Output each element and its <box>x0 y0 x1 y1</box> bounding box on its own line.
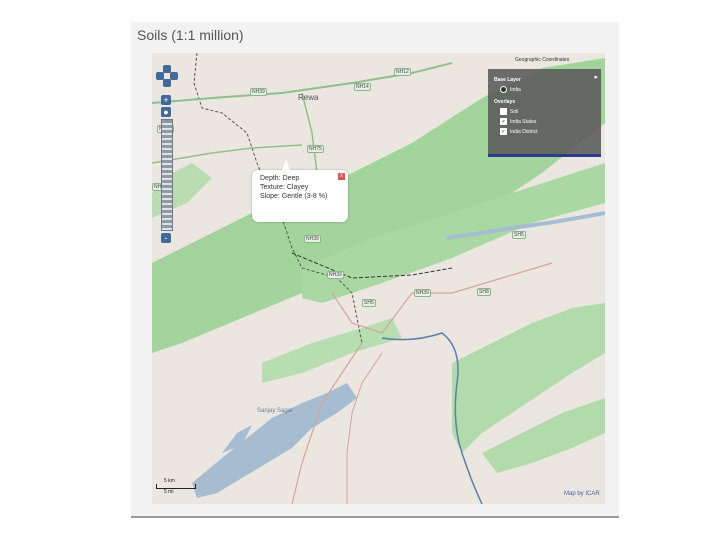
pan-arrows-icon[interactable] <box>156 65 178 87</box>
globe-icon[interactable]: ● <box>161 107 171 117</box>
attribution-link[interactable]: Map by ICAR <box>564 491 600 497</box>
road-shield: SH5 <box>362 299 376 307</box>
overlay-soil[interactable]: Soil <box>500 108 601 115</box>
road-shield: SH5 <box>512 231 526 239</box>
overlay-label: Soil <box>510 108 519 115</box>
zoom-slider[interactable] <box>161 119 173 231</box>
layer-switcher: ▸ Base Layer India Overlays Soil ✓ India… <box>488 69 601 157</box>
road-shield: NH39 <box>304 235 321 243</box>
overlay-label: India States <box>510 118 537 125</box>
base-layer-label: India <box>510 86 521 93</box>
collapse-icon[interactable]: ▸ <box>594 73 598 81</box>
scale-mi: 5 mi <box>164 489 174 495</box>
place-sanjay-sagar: Sanjay Sagar <box>257 408 294 414</box>
road-shield: SH8 <box>477 288 491 296</box>
popup-tail <box>282 160 290 170</box>
radio-icon[interactable] <box>500 86 507 93</box>
map-viewport[interactable]: Rewa Sanjay Sagar NH12 NH39 NH14 NH12 NH… <box>152 53 605 504</box>
overlay-india-district[interactable]: ✓ India District <box>500 128 601 135</box>
page-title: Soils (1:1 million) <box>137 27 244 43</box>
road-shield: NH39 <box>414 289 431 297</box>
overlays-heading: Overlays <box>494 99 516 105</box>
road-shield: NH39 <box>250 88 267 96</box>
popup-depth: Depth: Deep <box>260 175 300 182</box>
pan-control[interactable] <box>156 65 178 87</box>
zoom-in-button[interactable]: + <box>161 95 171 105</box>
zoom-control: + ● - <box>161 95 173 245</box>
road-shield: NH12 <box>394 68 411 76</box>
road-shield: NH39 <box>327 271 344 279</box>
overlay-india-states[interactable]: ✓ India States <box>500 118 601 125</box>
base-layer-heading: Base Layer <box>494 77 521 83</box>
checkbox-soil[interactable] <box>500 108 507 115</box>
scale-bar: 5 km 5 mi <box>156 478 196 495</box>
road-shield: NH14 <box>354 83 371 91</box>
coordinates-readout: Geographic Coordinates <box>515 57 570 63</box>
popup-slope: Slope: Gentle (3-8 %) <box>260 193 328 200</box>
base-layer-option[interactable]: India <box>500 86 601 93</box>
place-rewa: Rewa <box>298 93 319 102</box>
overlay-label: India District <box>510 128 538 135</box>
popup-texture: Texture: Clayey <box>260 184 309 191</box>
road-shield: NH75 <box>307 145 324 153</box>
checkbox-india-district[interactable]: ✓ <box>500 128 507 135</box>
checkbox-india-states[interactable]: ✓ <box>500 118 507 125</box>
zoom-out-button[interactable]: - <box>161 233 171 243</box>
close-icon[interactable]: x <box>338 173 345 180</box>
feature-popup: x Depth: Deep Texture: Clayey Slope: Gen… <box>252 160 348 222</box>
